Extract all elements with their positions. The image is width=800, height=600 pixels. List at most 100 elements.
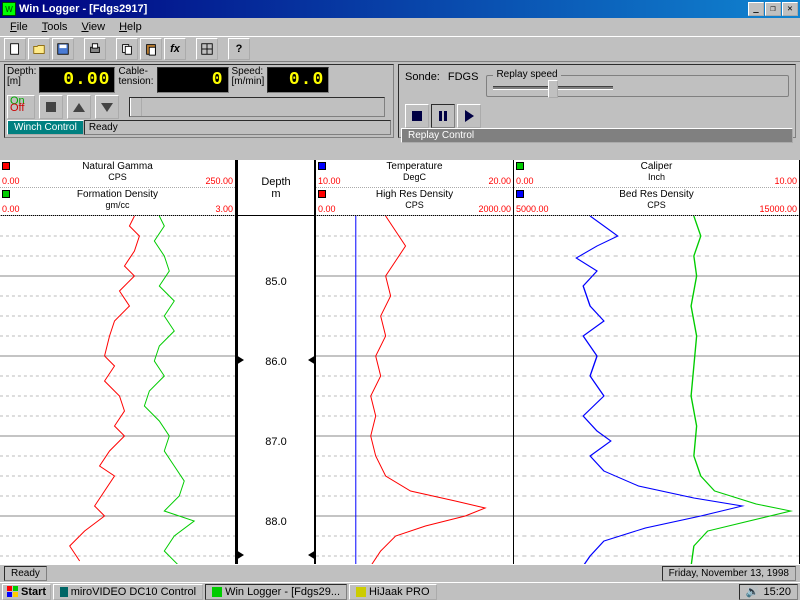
control-panel-row: Depth: [m] 0.00 Cable- tension: 0 Speed:… (0, 62, 800, 140)
paste-button[interactable] (140, 38, 162, 60)
title-bar: W Win Logger - [Fdgs2917] _ ❐ ✕ (0, 0, 800, 18)
winch-down-button[interactable] (95, 95, 119, 119)
tension-readout: 0 (157, 67, 229, 93)
curve-name: Formation Density (0, 189, 235, 200)
curve-name: Bed Res Density (514, 189, 799, 200)
curve-min: 0.00 (2, 176, 20, 186)
curve-name: High Res Density (316, 189, 513, 200)
status-date-cell: Friday, November 13, 1998 (662, 566, 796, 581)
menu-tools[interactable]: Tools (36, 20, 74, 34)
maximize-button[interactable]: ❐ (765, 2, 781, 16)
onoff-button[interactable]: OnOff (7, 95, 35, 119)
print-button[interactable] (84, 38, 106, 60)
depth-tick: 85.0 (238, 276, 314, 288)
speed-readout: 0.0 (267, 67, 329, 93)
speaker-icon: 🔊 (746, 585, 760, 598)
depth-unit: [m] (7, 77, 21, 87)
speed-unit: [m/min] (232, 77, 265, 87)
curve-name: Temperature (316, 161, 513, 172)
winch-control-tab[interactable]: Winch Control (7, 120, 84, 135)
close-button[interactable]: ✕ (782, 2, 798, 16)
track-3-curves (514, 216, 799, 564)
depth-header-label: Depth (261, 176, 290, 188)
start-button[interactable]: Start (2, 584, 51, 600)
replay-speed-fieldset: Replay speed (486, 75, 789, 97)
taskbar: Start miroVIDEO DC10 Control Win Logger … (0, 582, 800, 600)
log-track-2[interactable]: Temperature DegC 10.00 20.00 High Res De… (316, 160, 514, 564)
menu-view[interactable]: View (75, 20, 111, 34)
track-1-curves (0, 216, 235, 564)
curve-min: 5000.00 (516, 204, 549, 214)
winch-speed-slider[interactable] (123, 97, 391, 117)
sonde-label: Sonde: (405, 71, 440, 83)
depth-tick: 88.0 (238, 516, 314, 528)
menu-bar: File Tools View Help (0, 18, 800, 36)
curve-unit: Inch (514, 172, 799, 182)
copy-button[interactable] (116, 38, 138, 60)
replay-control-tab[interactable]: Replay Control (401, 128, 793, 143)
windows-logo-icon (7, 586, 19, 598)
menu-file[interactable]: File (4, 20, 34, 34)
taskbar-item[interactable]: Win Logger - [Fdgs29... (205, 584, 347, 600)
curve-max: 10.00 (774, 176, 797, 186)
depth-marker-icon (308, 550, 316, 560)
help-button[interactable]: ? (228, 38, 250, 60)
curve-max: 15000.00 (759, 204, 797, 214)
taskbar-item[interactable]: miroVIDEO DC10 Control (53, 584, 203, 600)
curve-unit: CPS (514, 200, 799, 210)
tension-unit: tension: (118, 77, 153, 87)
open-button[interactable] (28, 38, 50, 60)
depth-marker-icon (308, 355, 316, 365)
window-title: Win Logger - [Fdgs2917] (19, 3, 747, 15)
status-ready-cell: Ready (4, 566, 47, 581)
depth-header-unit: m (271, 188, 280, 200)
start-label: Start (21, 586, 46, 598)
replay-panel: Sonde: FDGS Replay speed Replay Control (398, 64, 796, 138)
replay-stop-button[interactable] (405, 104, 429, 128)
winch-status: Ready (84, 120, 391, 135)
curve-min: 0.00 (516, 176, 534, 186)
track-2-curves (316, 216, 513, 564)
fx-button[interactable]: fx (164, 38, 186, 60)
new-button[interactable] (4, 38, 26, 60)
log-track-1[interactable]: Natural Gamma CPS 0.00 250.00 Formation … (0, 160, 236, 564)
curve-unit: DegC (316, 172, 513, 182)
grid-button[interactable] (196, 38, 218, 60)
replay-speed-legend: Replay speed (493, 69, 560, 80)
depth-marker-icon (236, 550, 244, 560)
curve-min: 0.00 (2, 204, 20, 214)
status-bar: Ready Friday, November 13, 1998 (0, 564, 800, 582)
depth-track: Depth m 85.0 86.0 87.0 88.0 (236, 160, 316, 564)
minimize-button[interactable]: _ (748, 2, 764, 16)
winch-stop-button[interactable] (39, 95, 63, 119)
winch-up-button[interactable] (67, 95, 91, 119)
toolbar: fx ? (0, 36, 800, 62)
winch-panel: Depth: [m] 0.00 Cable- tension: 0 Speed:… (4, 64, 394, 138)
depth-tick: 86.0 (238, 356, 314, 368)
depth-tick: 87.0 (238, 436, 314, 448)
taskbar-item[interactable]: HiJaak PRO (349, 584, 437, 600)
chart-area: Natural Gamma CPS 0.00 250.00 Formation … (0, 160, 800, 564)
replay-pause-button[interactable] (431, 104, 455, 128)
curve-max: 20.00 (488, 176, 511, 186)
depth-readout: 0.00 (39, 67, 115, 93)
menu-help[interactable]: Help (113, 20, 148, 34)
replay-play-button[interactable] (457, 104, 481, 128)
curve-max: 2000.00 (478, 204, 511, 214)
curve-max: 250.00 (205, 176, 233, 186)
save-button[interactable] (52, 38, 74, 60)
sonde-value: FDGS (448, 71, 479, 83)
curve-name: Caliper (514, 161, 799, 172)
system-tray[interactable]: 🔊 15:20 (739, 584, 798, 600)
app-icon: W (2, 2, 16, 16)
depth-marker-icon (236, 355, 244, 365)
curve-name: Natural Gamma (0, 161, 235, 172)
curve-min: 0.00 (318, 204, 336, 214)
curve-unit: CPS (0, 172, 235, 182)
curve-max: 3.00 (215, 204, 233, 214)
taskbar-clock: 15:20 (763, 586, 791, 598)
log-track-3[interactable]: Caliper Inch 0.00 10.00 Bed Res Density … (514, 160, 800, 564)
replay-speed-slider[interactable] (493, 86, 613, 90)
curve-min: 10.00 (318, 176, 341, 186)
curve-unit: gm/cc (0, 200, 235, 210)
